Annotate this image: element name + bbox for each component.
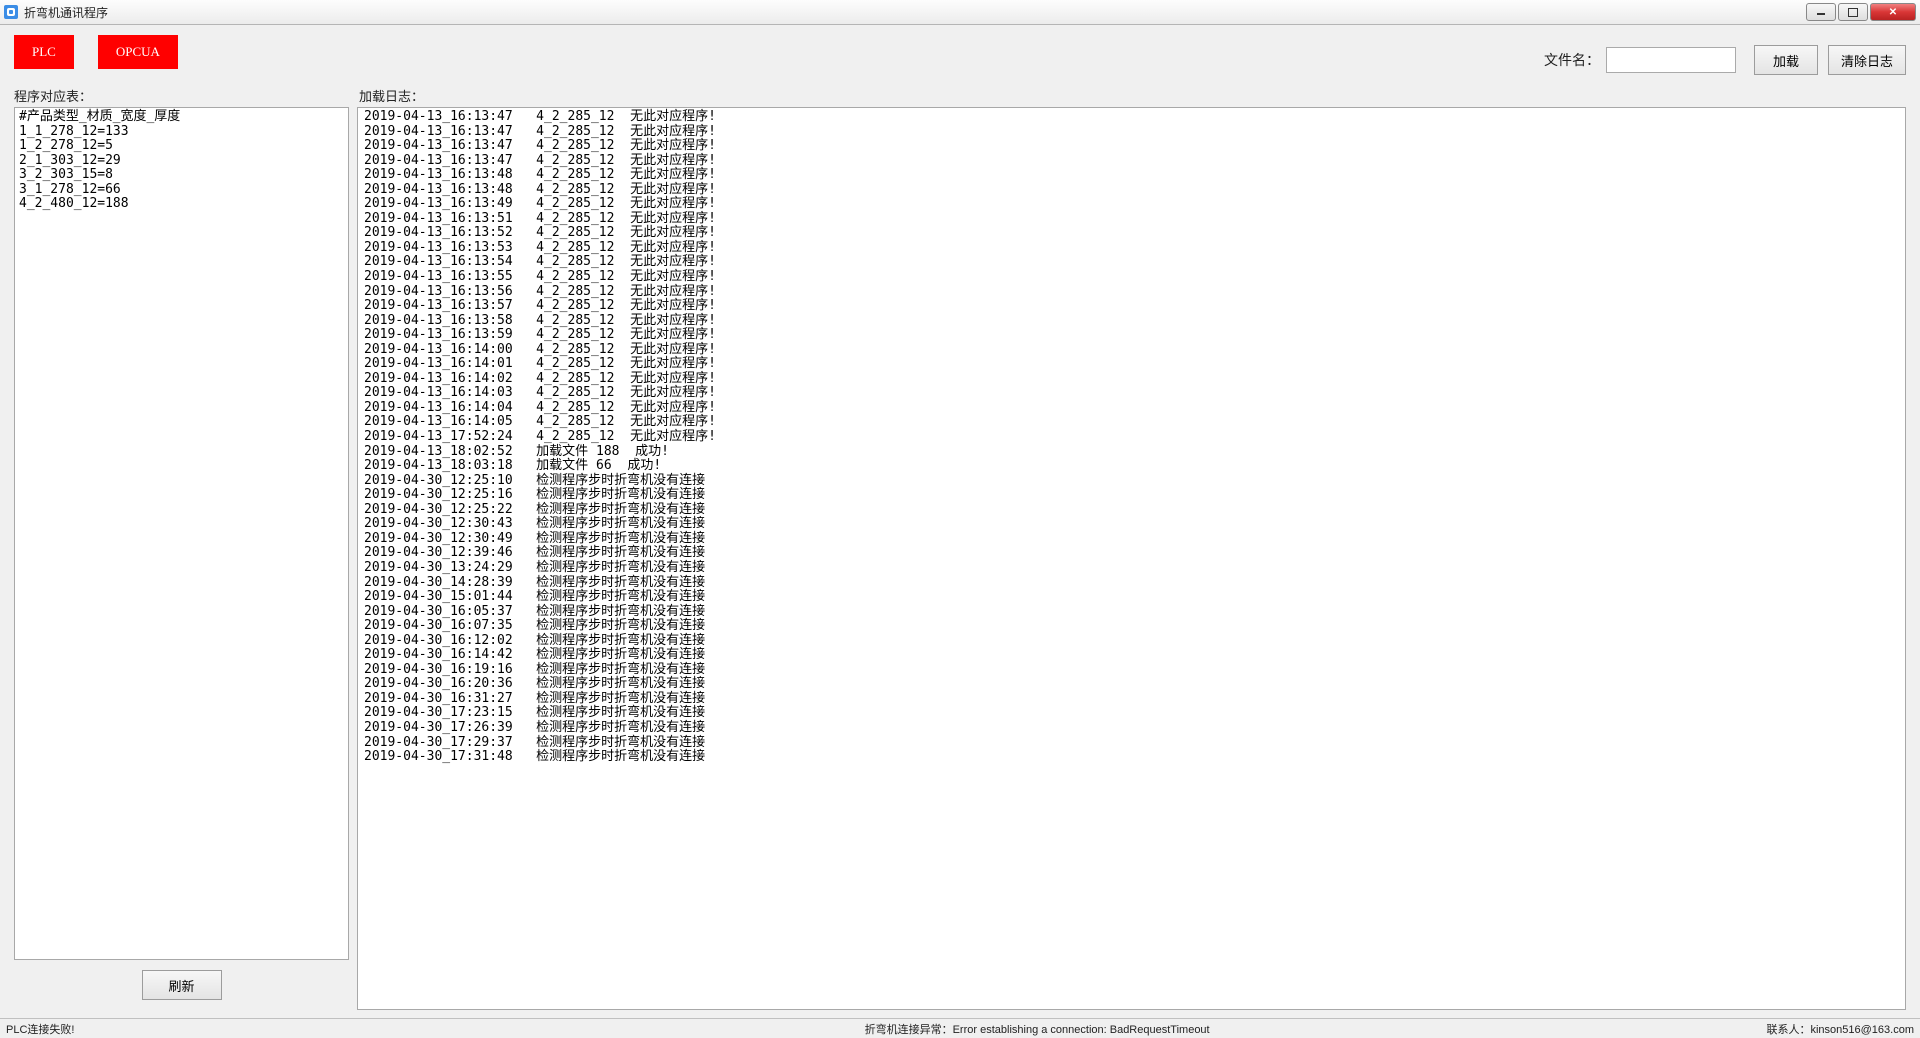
close-icon[interactable] bbox=[1870, 3, 1916, 21]
load-button[interactable]: 加载 bbox=[1754, 45, 1818, 75]
status-contact: 联系人：kinson516@163.com bbox=[1766, 1021, 1914, 1037]
log-pane: 加载日志： 2019-04-13_16:13:47 4_2_285_12 无此对… bbox=[357, 85, 1906, 1010]
status-bar: PLC连接失败! 折弯机连接异常：Error establishing a co… bbox=[0, 1018, 1920, 1038]
program-table-pane: 程序对应表： #产品类型_材质_宽度_厚度 1_1_278_12=133 1_2… bbox=[14, 85, 349, 1010]
window-title: 折弯机通讯程序 bbox=[24, 4, 1804, 21]
minimize-icon[interactable] bbox=[1806, 3, 1836, 21]
maximize-icon[interactable] bbox=[1838, 3, 1868, 21]
program-table-textarea[interactable]: #产品类型_材质_宽度_厚度 1_1_278_12=133 1_2_278_12… bbox=[14, 107, 349, 960]
status-plc: PLC连接失败! bbox=[6, 1021, 865, 1037]
status-machine: 折弯机连接异常：Error establishing a connection:… bbox=[865, 1021, 1767, 1037]
client-area: PLC OPCUA 文件名： 加载 清除日志 程序对应表： #产品类型_材质_宽… bbox=[0, 25, 1920, 1018]
window-titlebar: 折弯机通讯程序 bbox=[0, 0, 1920, 25]
window-controls bbox=[1804, 3, 1916, 21]
program-table-title: 程序对应表： bbox=[14, 85, 349, 105]
opcua-button[interactable]: OPCUA bbox=[98, 35, 178, 69]
main-panes: 程序对应表： #产品类型_材质_宽度_厚度 1_1_278_12=133 1_2… bbox=[0, 85, 1920, 1018]
refresh-button[interactable]: 刷新 bbox=[142, 970, 222, 1000]
plc-button[interactable]: PLC bbox=[14, 35, 74, 69]
log-title: 加载日志： bbox=[357, 85, 1906, 105]
app-icon bbox=[4, 5, 18, 19]
toolbar: PLC OPCUA 文件名： 加载 清除日志 bbox=[0, 25, 1920, 85]
file-name-label: 文件名： bbox=[1544, 50, 1600, 70]
log-textarea[interactable]: 2019-04-13_16:13:47 4_2_285_12 无此对应程序! 2… bbox=[357, 107, 1906, 1010]
clear-log-button[interactable]: 清除日志 bbox=[1828, 45, 1906, 75]
file-name-input[interactable] bbox=[1606, 47, 1736, 73]
